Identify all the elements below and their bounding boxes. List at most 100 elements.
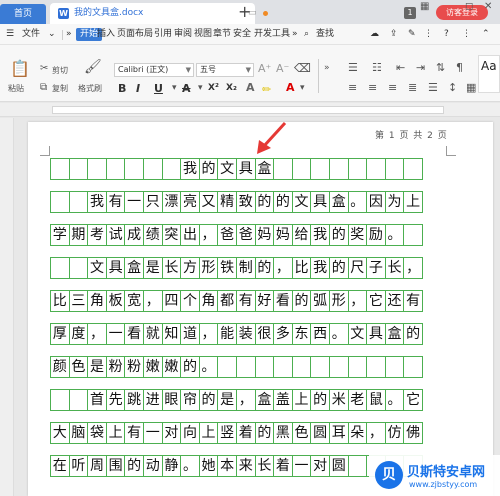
text-effect-icon[interactable]: A: [246, 81, 255, 94]
bullet-list-icon[interactable]: ☰: [348, 61, 358, 74]
tab-section[interactable]: 章节: [213, 24, 231, 45]
grid-cell: 上: [403, 191, 423, 213]
menu-file[interactable]: 文件: [22, 24, 40, 45]
copy-label[interactable]: 复制: [52, 83, 68, 94]
grid-row: 大脑袋上有一对向上竖着的黑色圆耳朵，仿佛: [50, 422, 442, 444]
more-dots-icon[interactable]: ⋮: [462, 24, 471, 45]
vertical-ruler[interactable]: [0, 118, 14, 496]
guest-login-button[interactable]: 访客登录: [436, 5, 488, 20]
tab-insert[interactable]: 插入: [97, 24, 115, 45]
chevron-down-icon[interactable]: ⌄: [48, 24, 56, 45]
format-painter-label[interactable]: 格式刷: [78, 83, 102, 94]
cut-icon[interactable]: ✂: [40, 63, 48, 74]
numbered-list-icon[interactable]: ☷: [372, 61, 382, 74]
grid-cell: [50, 389, 70, 411]
strikethrough-icon[interactable]: A: [182, 82, 191, 95]
bold-button[interactable]: B: [118, 82, 126, 95]
distributed-icon[interactable]: ☰: [428, 81, 438, 94]
justify-icon[interactable]: ≣: [408, 81, 417, 94]
help-icon[interactable]: ?: [444, 24, 449, 45]
cloud-icon[interactable]: ☁: [370, 24, 379, 45]
tab-review[interactable]: 审阅: [174, 24, 192, 45]
grid-cell: 西: [310, 323, 330, 345]
grid-cell: 亮: [180, 191, 200, 213]
tab-view[interactable]: 视图: [194, 24, 212, 45]
more-dots-icon[interactable]: ⋮: [424, 24, 433, 45]
grid-cell: [347, 455, 368, 477]
tab-home[interactable]: 首页: [0, 4, 46, 24]
grid-paper-text[interactable]: 我的文具盒我有一只漂亮又精致的的文具盒。因为上学期考试成绩突出，爸爸妈妈给我的奖…: [50, 158, 442, 488]
unsaved-dot-icon: [263, 11, 268, 16]
grid-cell: 很: [254, 323, 275, 345]
indent-icon[interactable]: ⇥: [416, 61, 425, 74]
clear-format-icon[interactable]: ⌫: [294, 61, 311, 75]
more-icon[interactable]: »: [292, 24, 298, 45]
grid-cell: 的: [180, 356, 200, 378]
outdent-icon[interactable]: ⇤: [396, 61, 405, 74]
sort-icon[interactable]: ⇅: [436, 61, 445, 74]
tab-developer[interactable]: 开发工具: [254, 24, 290, 45]
grid-cell: 看: [273, 290, 293, 312]
hamburger-icon[interactable]: ☰: [6, 24, 14, 45]
align-center-icon[interactable]: ≡: [368, 81, 377, 94]
line-spacing-icon[interactable]: ↕: [448, 81, 457, 94]
grid-cell: [161, 158, 182, 180]
grid-cell: 有: [403, 290, 423, 312]
grid-cell: 都: [217, 290, 237, 312]
more-icon[interactable]: »: [66, 24, 72, 45]
font-family-select[interactable]: Calibri (正文) ▼: [114, 63, 194, 77]
border-icon[interactable]: ▦: [466, 81, 476, 94]
grid-cell: 对: [161, 422, 182, 444]
grid-cell: 先: [105, 389, 126, 411]
underline-button[interactable]: U: [154, 82, 163, 95]
grid-cell: 励: [366, 224, 386, 246]
new-tab-button[interactable]: +: [238, 2, 251, 22]
grid-cell: [254, 356, 275, 378]
subscript-icon[interactable]: X₂: [226, 83, 237, 93]
cut-label[interactable]: 剪切: [52, 65, 68, 76]
grid-cell: 是: [142, 257, 163, 279]
more-icon[interactable]: »: [324, 63, 330, 73]
share-icon[interactable]: ⇪: [390, 24, 398, 45]
grid-cell: [328, 356, 349, 378]
paste-icon[interactable]: 📋: [10, 59, 30, 78]
chevron-down-icon[interactable]: ▾: [198, 83, 203, 93]
grid-cell: 角: [87, 290, 107, 312]
highlight-icon[interactable]: ✏: [262, 83, 271, 96]
style-preview[interactable]: Aa: [478, 55, 500, 93]
shrink-font-icon[interactable]: A⁻: [276, 62, 289, 75]
window-count-badge[interactable]: 1: [404, 7, 416, 19]
grid-cell: 的: [254, 257, 275, 279]
chevron-down-icon[interactable]: ▾: [172, 83, 177, 93]
search-label[interactable]: 查找: [316, 24, 334, 45]
align-right-icon[interactable]: ≡: [388, 81, 397, 94]
grid-cell: 。: [384, 389, 405, 411]
font-color-button[interactable]: A: [286, 81, 295, 94]
grid-cell: [273, 158, 293, 180]
menu-grid-icon[interactable]: ▦: [420, 1, 429, 12]
format-painter-icon[interactable]: 🖌: [84, 59, 102, 75]
grow-font-icon[interactable]: A⁺: [258, 62, 271, 75]
chevron-down-icon[interactable]: ▾: [300, 83, 305, 93]
grid-row: 我有一只漂亮又精致的的文具盒。因为上: [50, 191, 442, 213]
grid-cell: [291, 158, 312, 180]
collapse-icon[interactable]: ⌃: [482, 24, 490, 45]
show-marks-icon[interactable]: ¶: [456, 61, 463, 74]
paste-label[interactable]: 粘贴: [8, 83, 24, 94]
grid-cell: 帘: [180, 389, 200, 411]
grid-cell: 进: [142, 389, 163, 411]
restore-icon[interactable]: ◻: [465, 1, 473, 12]
close-icon[interactable]: ✕: [484, 1, 492, 12]
italic-button[interactable]: I: [136, 82, 140, 95]
align-left-icon[interactable]: ≡: [348, 81, 357, 94]
comment-icon[interactable]: ✎: [408, 24, 416, 45]
font-size-select[interactable]: 五号 ▼: [196, 63, 254, 77]
tab-references[interactable]: 引用: [154, 24, 172, 45]
tab-security[interactable]: 安全: [233, 24, 251, 45]
tab-document[interactable]: W 我的文具盒.docx ▭: [50, 3, 268, 24]
tab-page-layout[interactable]: 页面布局: [117, 24, 153, 45]
horizontal-ruler[interactable]: [0, 103, 500, 117]
copy-icon[interactable]: ⧉: [40, 82, 47, 93]
superscript-icon[interactable]: X²: [208, 83, 219, 93]
search-icon[interactable]: ⌕: [304, 24, 309, 45]
